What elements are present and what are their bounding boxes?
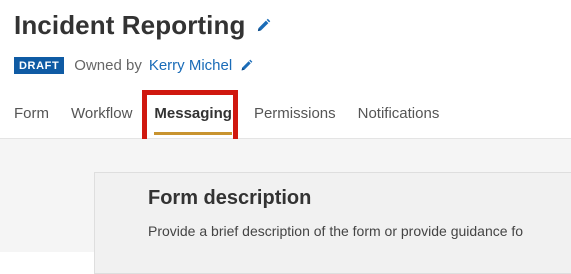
content-area: Form description Provide a brief descrip…: [0, 139, 571, 274]
tab-permissions[interactable]: Permissions: [254, 100, 336, 122]
edit-owner-pencil-icon[interactable]: [239, 58, 253, 72]
edit-title-pencil-icon[interactable]: [255, 17, 271, 33]
tab-form[interactable]: Form: [14, 100, 49, 122]
tab-bar: Form Workflow Messaging Permissions Noti…: [14, 100, 461, 135]
page-title: Incident Reporting: [14, 9, 246, 40]
title-row: Incident Reporting: [14, 8, 271, 42]
tab-messaging[interactable]: Messaging: [154, 100, 232, 135]
ownership-row: DRAFT Owned by Kerry Michel: [14, 54, 253, 76]
status-badge: DRAFT: [14, 56, 65, 74]
owned-by-label: Owned by: [74, 56, 142, 74]
form-description-card: Form description Provide a brief descrip…: [94, 172, 571, 274]
owner-link[interactable]: Kerry Michel: [149, 57, 232, 74]
section-title: Form description: [148, 187, 312, 209]
tab-workflow[interactable]: Workflow: [71, 100, 132, 122]
tab-notifications[interactable]: Notifications: [358, 100, 440, 122]
section-description: Provide a brief description of the form …: [148, 223, 524, 239]
page-header: Incident Reporting DRAFT Owned by Kerry …: [0, 0, 571, 145]
